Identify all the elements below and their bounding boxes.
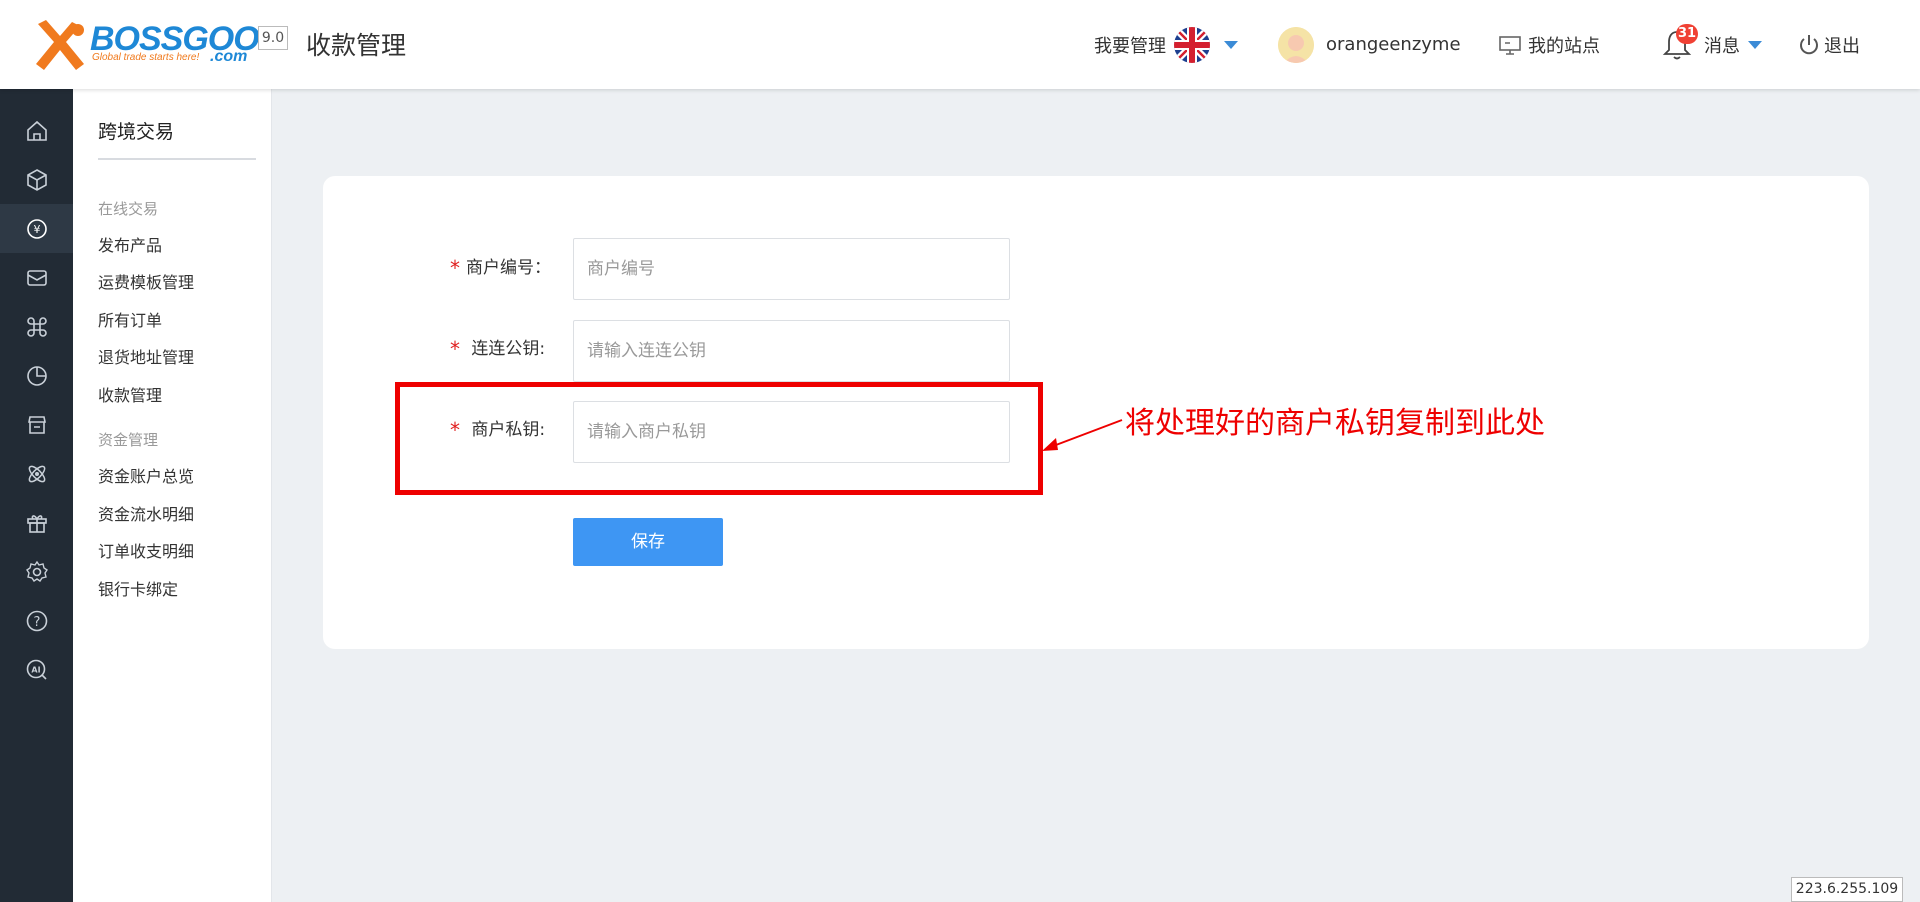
manage-language-dropdown[interactable]: 我要管理	[1094, 0, 1238, 89]
page-title: 收款管理	[306, 31, 407, 60]
submenu-item-bank-card[interactable]: 银行卡绑定	[98, 576, 178, 600]
required-mark: *	[450, 256, 460, 280]
submenu-item-order-income[interactable]: 订单收支明细	[98, 538, 194, 562]
user-menu[interactable]: orangeenzyme	[1278, 0, 1461, 89]
submenu-item-payment-management[interactable]: 收款管理	[98, 382, 162, 406]
manage-label: 我要管理	[1094, 35, 1166, 57]
my-site-link[interactable]: 我的站点	[1498, 0, 1600, 89]
svg-text:¥: ¥	[33, 223, 40, 236]
merchant-id-input[interactable]	[573, 238, 1010, 300]
submenu-group-funds: 资金管理	[98, 431, 159, 449]
trade-yen-icon: ¥	[26, 218, 47, 239]
divider	[98, 158, 256, 160]
username: orangeenzyme	[1326, 34, 1461, 55]
messages-dropdown[interactable]: 消息	[1662, 0, 1762, 89]
submenu-item-all-orders[interactable]: 所有订单	[98, 307, 162, 331]
nav-store[interactable]	[0, 400, 73, 449]
nav-marketing[interactable]	[0, 449, 73, 498]
notification-count-badge: 31	[1676, 24, 1698, 44]
annotation-highlight-box	[395, 382, 1043, 495]
nav-mail[interactable]	[0, 253, 73, 302]
save-button[interactable]: 保存	[573, 518, 723, 566]
chevron-down-icon	[1748, 40, 1762, 49]
help-icon: ?	[26, 610, 47, 631]
home-icon	[26, 120, 47, 141]
top-header: BOSSGOO Global trade starts here! .com 9…	[0, 0, 1920, 89]
product-box-icon	[26, 168, 47, 191]
submenu-item-account-overview[interactable]: 资金账户总览	[98, 463, 194, 487]
nav-trade[interactable]: ¥	[0, 204, 73, 253]
logo-domain: .com	[210, 48, 248, 65]
nav-products[interactable]	[0, 155, 73, 204]
atom-icon	[28, 465, 45, 482]
nav-apps[interactable]	[0, 302, 73, 351]
command-icon	[26, 316, 47, 337]
mail-icon	[26, 269, 47, 286]
monitor-icon	[1499, 35, 1521, 55]
nav-home[interactable]	[0, 106, 73, 155]
svg-text:AI: AI	[31, 665, 40, 674]
submenu-title: 跨境交易	[98, 121, 175, 143]
nav-gift[interactable]	[0, 498, 73, 547]
store-icon	[27, 415, 46, 434]
merchant-id-label: * 商户编号：	[450, 256, 551, 280]
pie-chart-icon	[26, 365, 47, 386]
submenu-item-publish-product[interactable]: 发布产品	[98, 232, 162, 256]
power-icon	[1800, 34, 1818, 54]
logo-tagline: Global trade starts here!	[92, 52, 200, 63]
settings-icon	[25, 560, 48, 582]
annotation-arrow-icon	[1042, 419, 1123, 451]
nav-statistics[interactable]	[0, 351, 73, 400]
logout-button[interactable]: 退出	[1798, 0, 1860, 89]
gift-icon	[26, 514, 47, 533]
submenu-item-return-address[interactable]: 退货地址管理	[98, 344, 194, 368]
messages-label: 消息	[1704, 35, 1740, 57]
bossgoo-logo[interactable]: BOSSGOO Global trade starts here! .com	[32, 18, 288, 74]
nav-help[interactable]: ?	[0, 596, 73, 645]
nav-settings[interactable]	[0, 547, 73, 596]
required-mark: *	[450, 337, 460, 361]
submenu-item-fund-flow[interactable]: 资金流水明细	[98, 501, 194, 525]
svg-text:?: ?	[33, 615, 40, 630]
submenu-group-online-trade: 在线交易	[98, 200, 159, 218]
public-key-input[interactable]	[573, 320, 1010, 382]
logout-label: 退出	[1824, 35, 1860, 57]
uk-flag-icon	[1174, 26, 1210, 63]
ai-search-icon: AI	[26, 659, 47, 680]
version-badge: 9.0	[258, 26, 288, 50]
submenu-item-shipping-template[interactable]: 运费模板管理	[98, 269, 194, 293]
annotation-text: 将处理好的商户私钥复制到此处	[1125, 406, 1545, 441]
public-key-label: * 连连公钥:	[450, 337, 546, 361]
chevron-down-icon	[1224, 40, 1238, 49]
avatar	[1278, 26, 1314, 63]
logo-mark-icon	[36, 20, 84, 70]
my-site-label: 我的站点	[1528, 35, 1600, 57]
ip-address-label: 223.6.255.109	[1791, 877, 1903, 902]
primary-icon-sidebar: ¥ ? AI	[0, 89, 73, 902]
nav-ai[interactable]: AI	[0, 645, 73, 694]
secondary-sidebar: 跨境交易 在线交易 发布产品 运费模板管理 所有订单 退货地址管理 收款管理 资…	[73, 89, 272, 902]
